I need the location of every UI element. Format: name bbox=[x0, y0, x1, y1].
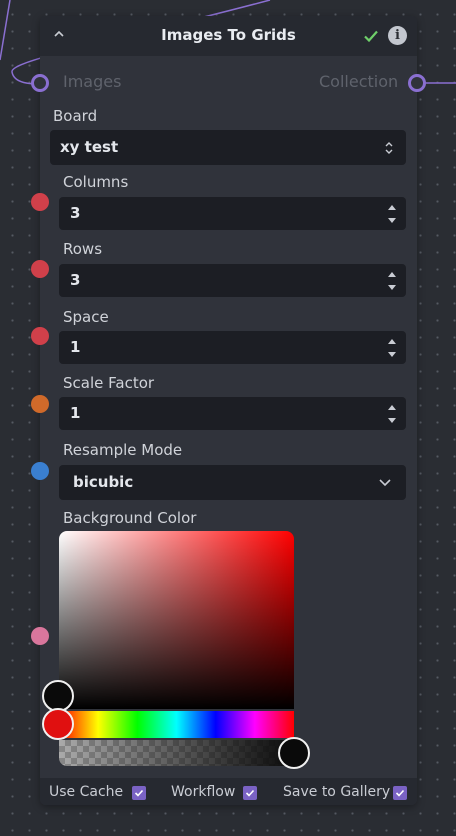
collection-output-label: Collection bbox=[319, 72, 399, 91]
space-input-handle[interactable] bbox=[31, 327, 49, 345]
rows-label: Rows bbox=[63, 240, 103, 258]
rows-value: 3 bbox=[70, 271, 81, 289]
board-label: Board bbox=[53, 107, 98, 125]
scale-factor-input[interactable]: 1 bbox=[59, 397, 406, 430]
rows-input[interactable]: 3 bbox=[59, 264, 406, 297]
hue-slider[interactable] bbox=[59, 711, 294, 738]
workflow-checkbox[interactable] bbox=[243, 786, 257, 800]
node-header[interactable]: Images To Grids i bbox=[40, 16, 417, 56]
alpha-slider[interactable] bbox=[59, 740, 294, 766]
stepper-arrows-icon[interactable] bbox=[386, 401, 398, 427]
info-icon[interactable]: i bbox=[388, 26, 407, 45]
node-title: Images To Grids bbox=[161, 26, 296, 44]
columns-label: Columns bbox=[63, 173, 129, 191]
scale-factor-value: 1 bbox=[70, 404, 81, 422]
columns-value: 3 bbox=[70, 204, 81, 222]
use-cache-label: Use Cache bbox=[49, 784, 124, 800]
saturation-value-picker[interactable] bbox=[59, 531, 294, 709]
use-cache-checkbox[interactable] bbox=[132, 786, 146, 800]
space-value: 1 bbox=[70, 338, 81, 356]
stepper-arrows-icon[interactable] bbox=[386, 268, 398, 294]
chevron-down-icon bbox=[379, 479, 391, 487]
scale-factor-label: Scale Factor bbox=[63, 374, 155, 392]
space-label: Space bbox=[63, 308, 109, 326]
resample-mode-label: Resample Mode bbox=[63, 441, 183, 459]
resample-mode-select[interactable]: bicubic bbox=[59, 465, 406, 500]
images-input-label: Images bbox=[63, 72, 122, 91]
resample-mode-input-handle[interactable] bbox=[31, 462, 49, 480]
columns-input[interactable]: 3 bbox=[59, 197, 406, 230]
updown-chevron-icon bbox=[385, 142, 393, 154]
save-to-gallery-label: Save to Gallery bbox=[283, 784, 391, 800]
node-footer: Use Cache Workflow Save to Gallery bbox=[40, 778, 417, 805]
board-select[interactable]: xy test bbox=[50, 130, 406, 165]
save-to-gallery-checkbox[interactable] bbox=[393, 786, 407, 800]
space-input[interactable]: 1 bbox=[59, 331, 406, 364]
stepper-arrows-icon[interactable] bbox=[386, 201, 398, 227]
scale-factor-input-handle[interactable] bbox=[31, 395, 49, 413]
rows-input-handle[interactable] bbox=[31, 260, 49, 278]
images-input-handle[interactable] bbox=[31, 74, 49, 92]
board-value: xy test bbox=[60, 138, 119, 156]
collection-output-handle[interactable] bbox=[408, 74, 426, 92]
stepper-arrows-icon[interactable] bbox=[386, 335, 398, 361]
check-icon bbox=[364, 30, 378, 43]
background-color-label: Background Color bbox=[63, 509, 197, 527]
alpha-slider-handle[interactable] bbox=[278, 737, 310, 769]
workflow-label: Workflow bbox=[171, 784, 236, 800]
resample-mode-value: bicubic bbox=[73, 473, 134, 491]
columns-input-handle[interactable] bbox=[31, 193, 49, 211]
hue-slider-handle[interactable] bbox=[42, 708, 74, 740]
background-color-input-handle[interactable] bbox=[31, 627, 49, 645]
